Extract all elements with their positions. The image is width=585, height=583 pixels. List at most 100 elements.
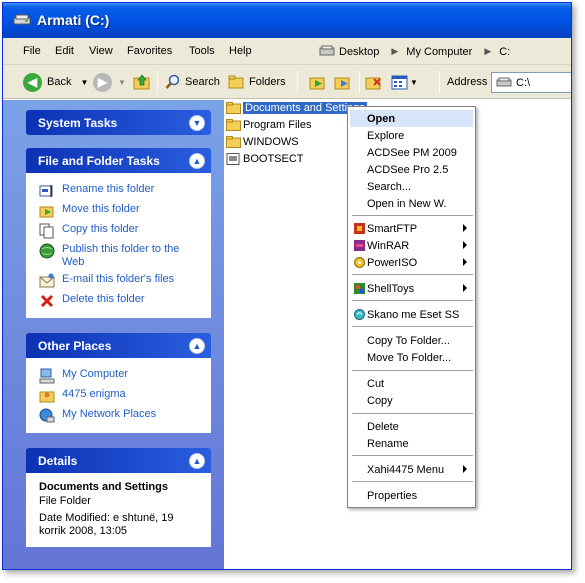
publish-folder-task[interactable]: Publish this folder to the Web	[39, 243, 200, 269]
ctx-label: Search...	[367, 180, 412, 193]
crumb-drive[interactable]: ▶ C:	[484, 46, 510, 58]
folder-icon	[226, 119, 241, 131]
title-bar[interactable]: Armati (C:)	[3, 3, 571, 38]
system-tasks-panel: System Tasks ▼	[26, 110, 211, 135]
ctx-xahi-menu[interactable]: Xahi4475 Menu	[350, 461, 473, 478]
place-label: My Computer	[62, 368, 129, 380]
menu-tools[interactable]: Tools	[189, 45, 215, 57]
search-label: Search	[185, 76, 220, 88]
ctx-winrar[interactable]: WinRAR	[350, 237, 473, 254]
email-folder-task[interactable]: E-mail this folder's files	[39, 273, 200, 289]
delete-x-icon	[40, 294, 54, 308]
menu-file[interactable]: File	[23, 45, 41, 57]
menu-edit[interactable]: Edit	[55, 45, 74, 57]
crumb-label: Desktop	[339, 45, 380, 58]
chevron-down-icon[interactable]: ▼	[189, 115, 205, 131]
email-icon	[39, 273, 55, 288]
file-item-documents-and-settings[interactable]: Documents and Settings	[226, 100, 367, 116]
ctx-delete[interactable]: Delete	[350, 418, 473, 435]
ctx-label: Copy	[367, 394, 393, 407]
chevron-right-icon: ▶	[484, 46, 492, 56]
desktop-icon	[319, 45, 335, 55]
place-4475-enigma[interactable]: 4475 enigma	[39, 388, 200, 404]
crumb-desktop[interactable]: Desktop	[319, 45, 379, 59]
file-item-bootsect[interactable]: BOOTSECT	[226, 151, 304, 167]
ctx-move-to-folder[interactable]: Move To Folder...	[350, 349, 473, 366]
folders-button[interactable]: Folders	[228, 71, 286, 93]
ctx-label: ShellToys	[367, 282, 415, 295]
move-folder-task[interactable]: Move this folder	[39, 203, 200, 219]
search-button[interactable]: Search	[165, 71, 220, 93]
folders-icon	[228, 75, 244, 88]
user-folder-icon	[39, 391, 55, 403]
place-my-network[interactable]: My Network Places	[39, 408, 200, 424]
crumb-my-computer[interactable]: ▶ My Computer	[391, 46, 472, 58]
forward-button[interactable]: ▶ ▼	[93, 71, 126, 93]
file-folder-tasks-header[interactable]: File and Folder Tasks ▲	[26, 148, 211, 173]
ctx-explore[interactable]: Explore	[350, 127, 473, 144]
chevron-up-icon[interactable]: ▲	[189, 153, 205, 169]
folder-icon	[226, 102, 241, 114]
copy-to-icon	[334, 77, 350, 89]
move-to-button[interactable]	[309, 71, 327, 93]
back-button[interactable]: ◀ Back ▼	[23, 71, 88, 93]
ctx-poweriso[interactable]: PowerISO	[350, 254, 473, 271]
task-label: Delete this folder	[62, 293, 145, 305]
breadcrumb: Desktop ▶ My Computer ▶ C:	[319, 41, 522, 62]
dropdown-arrow-icon[interactable]: ▼	[118, 78, 126, 87]
ctx-shelltoys[interactable]: ShellToys	[350, 280, 473, 297]
menu-favorites[interactable]: Favorites	[127, 45, 172, 57]
file-name: WINDOWS	[243, 136, 299, 148]
other-places-header[interactable]: Other Places ▲	[26, 333, 211, 358]
panel-title: Details	[38, 453, 78, 468]
ctx-cut[interactable]: Cut	[350, 375, 473, 392]
context-menu: Open Explore ACDSee PM 2009 ACDSee Pro 2…	[347, 106, 476, 508]
ctx-label: Delete	[367, 420, 399, 433]
views-button[interactable]: ▼	[391, 71, 418, 93]
details-item-name: Documents and Settings	[39, 481, 168, 493]
place-my-computer[interactable]: My Computer	[39, 368, 200, 384]
ctx-open-new-window[interactable]: Open in New W.	[350, 195, 473, 212]
ctx-rename[interactable]: Rename	[350, 435, 473, 452]
copy-to-button[interactable]	[334, 71, 352, 93]
eset-icon	[354, 309, 365, 320]
ctx-open[interactable]: Open	[350, 110, 473, 127]
copy-folder-task[interactable]: Copy this folder	[39, 223, 200, 239]
task-label: Move this folder	[62, 203, 140, 215]
ctx-copy[interactable]: Copy	[350, 392, 473, 409]
ctx-copy-to-folder[interactable]: Copy To Folder...	[350, 332, 473, 349]
dropdown-arrow-icon[interactable]: ▼	[80, 78, 88, 87]
ctx-acdsee-pro[interactable]: ACDSee Pro 2.5	[350, 161, 473, 178]
ctx-label: Rename	[367, 437, 409, 450]
menu-help[interactable]: Help	[229, 45, 252, 57]
chevron-up-icon[interactable]: ▲	[189, 338, 205, 354]
up-folder-button[interactable]	[133, 71, 151, 93]
dropdown-arrow-icon[interactable]: ▼	[410, 78, 418, 87]
ctx-search[interactable]: Search...	[350, 178, 473, 195]
chevron-up-icon[interactable]: ▲	[189, 453, 205, 469]
ctx-label: WinRAR	[367, 239, 410, 252]
menu-view[interactable]: View	[89, 45, 113, 57]
menu-bar: File Edit View Favorites Tools Help Desk…	[3, 38, 571, 65]
folder-icon	[226, 136, 241, 148]
delete-folder-task[interactable]: Delete this folder	[39, 293, 200, 309]
ctx-skano-eset[interactable]: Skano me Eset SS	[350, 306, 473, 323]
details-body: Documents and Settings File Folder Date …	[26, 473, 211, 547]
details-header[interactable]: Details ▲	[26, 448, 211, 473]
ctx-label: ACDSee Pro 2.5	[367, 163, 449, 176]
globe-icon	[39, 243, 55, 259]
place-label: 4475 enigma	[62, 388, 126, 400]
address-field[interactable]: C:\	[491, 72, 571, 93]
panel-title: System Tasks	[38, 115, 118, 130]
ctx-acdsee-pm[interactable]: ACDSee PM 2009	[350, 144, 473, 161]
ctx-label: Skano me Eset SS	[367, 308, 460, 321]
system-tasks-header[interactable]: System Tasks ▼	[26, 110, 211, 135]
ctx-properties[interactable]: Properties	[350, 487, 473, 504]
delete-button[interactable]	[365, 71, 383, 93]
ctx-smartftp[interactable]: SmartFTP	[350, 220, 473, 237]
poweriso-icon	[354, 257, 365, 268]
rename-folder-task[interactable]: Rename this folder	[39, 183, 200, 199]
file-item-windows[interactable]: WINDOWS	[226, 134, 299, 150]
file-item-program-files[interactable]: Program Files	[226, 117, 311, 133]
ctx-label: Properties	[367, 489, 418, 502]
